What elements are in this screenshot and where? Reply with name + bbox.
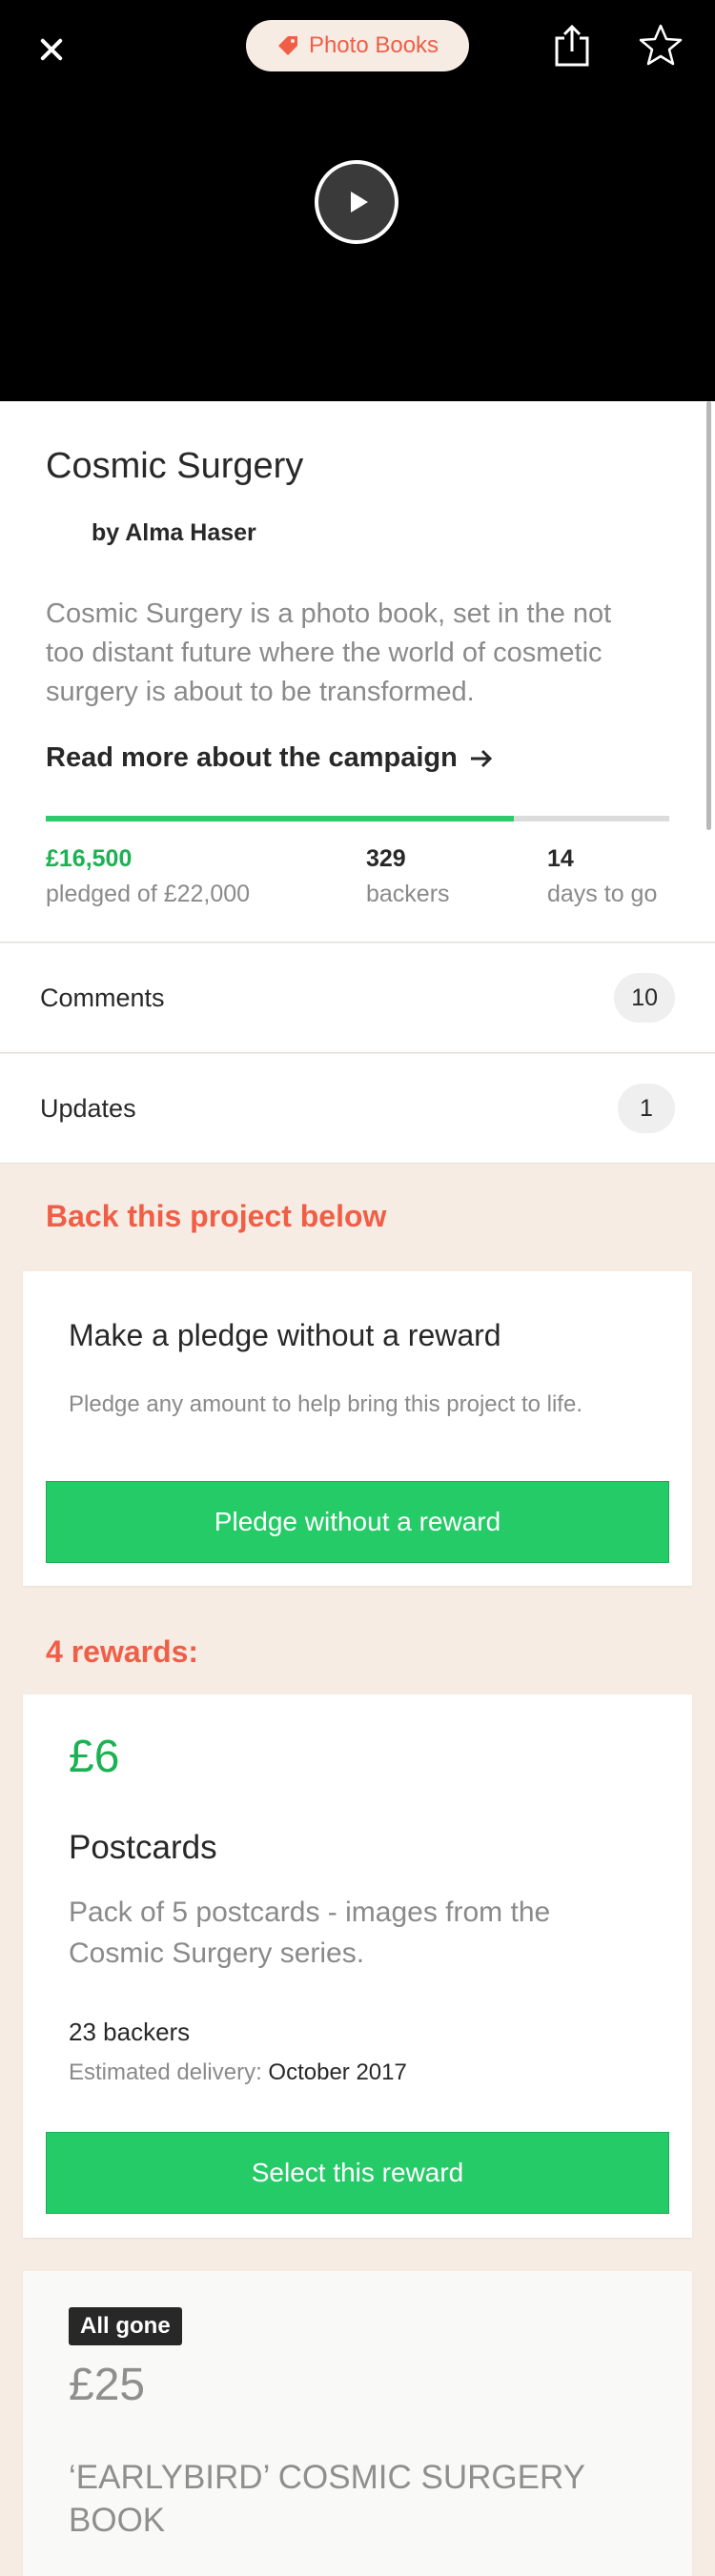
days-count: 14 (547, 845, 574, 872)
tag-icon (277, 36, 297, 55)
days-label: days to go (547, 881, 658, 907)
video-header[interactable]: Photo Books (0, 0, 715, 401)
backers-label: backers (366, 881, 450, 907)
funding-progress-bar (46, 816, 669, 821)
reward-delivery: Estimated delivery: October 2017 (69, 2059, 407, 2086)
delivery-value: October 2017 (268, 2059, 407, 2085)
delivery-label: Estimated delivery: (69, 2059, 262, 2085)
reward-title: ‘EARLYBIRD’ COSMIC SURGERY BOOK (69, 2459, 585, 2539)
read-more-label: Read more about the campaign (46, 742, 458, 773)
no-reward-card: Make a pledge without a reward Pledge an… (23, 1271, 692, 1586)
reward-card[interactable]: £6 Postcards Pack of 5 postcards - image… (23, 1694, 692, 2238)
category-label: Photo Books (308, 32, 439, 58)
play-button[interactable] (315, 160, 398, 244)
reward-title: Postcards (69, 1829, 217, 1866)
pledged-amount: £16,500 (46, 845, 133, 872)
updates-row[interactable]: Updates 1 (0, 1054, 715, 1164)
star-icon[interactable] (639, 23, 683, 67)
select-reward-button[interactable]: Select this reward (46, 2132, 669, 2214)
updates-label: Updates (40, 1093, 136, 1123)
scrollbar[interactable] (706, 401, 711, 830)
comments-count-badge: 10 (614, 973, 675, 1023)
share-icon[interactable] (551, 23, 593, 69)
back-project-heading: Back this project below (46, 1199, 387, 1233)
pledged-label: pledged of £22,000 (46, 881, 251, 907)
days-stat: 14 days to go (547, 845, 657, 908)
pledge-without-reward-button[interactable]: Pledge without a reward (46, 1481, 669, 1563)
backers-stat: 329 backers (366, 845, 450, 908)
close-icon[interactable] (31, 29, 72, 71)
reward-backers: 23 backers (69, 2018, 191, 2046)
no-reward-description: Pledge any amount to help bring this pro… (69, 1391, 582, 1417)
read-more-link[interactable]: Read more about the campaign (46, 742, 494, 774)
all-gone-badge: All gone (69, 2307, 182, 2345)
creator-name[interactable]: by Alma Haser (92, 519, 256, 547)
comments-row[interactable]: Comments 10 (0, 943, 715, 1053)
backers-count: 329 (366, 845, 406, 872)
reward-description: Pack of 5 postcards - images from the Co… (69, 1897, 551, 1969)
project-blurb: Cosmic Surgery is a photo book, set in t… (46, 598, 612, 707)
pledged-stat: £16,500 pledged of £22,000 (46, 845, 250, 908)
project-info: Cosmic Surgery by Alma Haser Cosmic Surg… (0, 401, 715, 943)
arrow-right-icon (470, 749, 492, 767)
reward-card-all-gone: All gone £25 ‘EARLYBIRD’ COSMIC SURGERY … (23, 2271, 692, 2576)
category-pill[interactable]: Photo Books (246, 20, 469, 71)
rewards-heading: 4 rewards: (46, 1634, 199, 1669)
no-reward-title: Make a pledge without a reward (69, 1318, 501, 1352)
play-icon (350, 192, 368, 213)
project-title: Cosmic Surgery (46, 446, 304, 486)
comments-label: Comments (40, 983, 165, 1012)
reward-price: £25 (69, 2360, 146, 2410)
updates-count-badge: 1 (618, 1084, 675, 1133)
funding-progress-fill (46, 816, 514, 821)
reward-price: £6 (69, 1732, 120, 1782)
